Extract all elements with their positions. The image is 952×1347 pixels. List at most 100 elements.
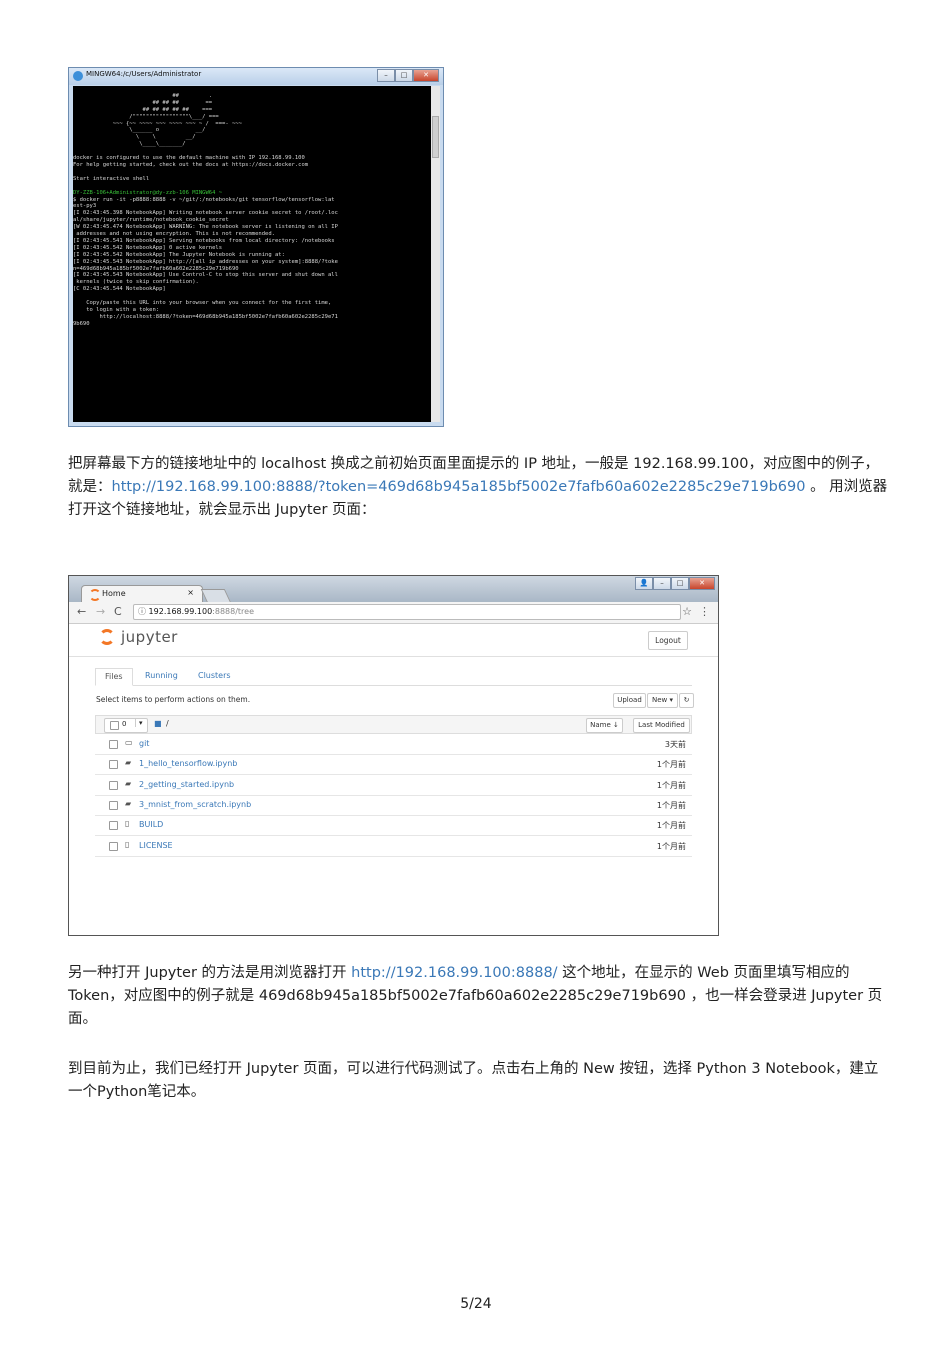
paragraph-replace-localhost: 把屏幕最下方的链接地址中的 localhost 换成之前初始页面里面提示的 IP… [68,453,888,522]
terminal-line: [C 02:43:45.544 NotebookApp] [73,286,166,293]
chevron-down-icon[interactable]: ▾ [135,719,143,727]
tab-files[interactable]: Files [95,668,133,686]
file-row[interactable]: ▰ 2_getting_started.ipynb 1个月前 [95,775,692,796]
close-icon[interactable]: ✕ [689,577,715,590]
tab-running[interactable]: Running [145,668,178,684]
terminal-line: DY-ZZB-106+Administrator@dy-zzb-106 MING… [73,189,223,196]
file-modified-time: 3天前 [664,740,686,749]
file-row[interactable]: ▯ LICENSE 1个月前 [95,836,692,857]
browser-tab-home[interactable]: Home × [81,585,203,603]
tab-label: Home [102,589,126,598]
notebook-icon: ▰ [125,778,132,788]
select-hint: Select items to perform actions on them. [96,695,251,704]
minimize-icon[interactable]: – [653,577,671,590]
close-icon[interactable]: ✕ [413,69,439,82]
file-name-link[interactable]: 2_getting_started.ipynb [139,780,234,789]
row-checkbox[interactable] [109,800,118,810]
jupyter-brand: jupyter [121,628,178,646]
terminal-line: n=469d68b945a185bf5002e7fafb60a602e2285c… [73,265,239,272]
tab-clusters[interactable]: Clusters [198,668,231,684]
browser-screenshot: Home × 👤 – □ ✕ ← → C ⓘ 192.168.99.100:88… [68,575,719,936]
file-modified-time: 1个月前 [656,821,686,831]
maximize-icon[interactable]: □ [671,577,689,590]
terminal-window-controls: – □ ✕ [377,69,439,82]
row-checkbox[interactable] [109,780,118,790]
sort-name-button[interactable]: Name ↓ [586,718,623,733]
file-name-link[interactable]: LICENSE [139,841,173,850]
terminal-line: ## ## ## == [73,99,213,106]
selected-count: 0 [122,720,127,728]
file-name-link[interactable]: 3_mnist_from_scratch.ipynb [139,800,251,809]
user-icon[interactable]: 👤 [635,577,653,590]
base-url-link[interactable]: http://192.168.99.100:8888/ [351,965,557,981]
browser-toolbar: ← → C ⓘ 192.168.99.100:8888/tree ☆ ⋮ [69,602,718,624]
page-number: 5/24 [460,1296,492,1312]
terminal-line: [W 02:43:45.474 NotebookApp] WARNING: Th… [73,224,338,231]
terminal-line: Start interactive shell [73,175,150,182]
address-bar[interactable]: ⓘ 192.168.99.100:8888/tree [133,604,681,620]
select-all-dropdown[interactable]: 0 ▾ [104,718,148,733]
terminal-line: est-py3 [73,203,97,210]
last-modified-button[interactable]: Last Modified [633,718,690,733]
browser-frame: Home × 👤 – □ ✕ [69,576,718,603]
terminal-line: [I 02:43:45.398 NotebookApp] Writing not… [73,210,338,217]
terminal-line: al/share/jupyter/runtime/notebook_cookie… [73,217,229,224]
terminal-line: ## . [73,92,213,99]
file-row[interactable]: ▭ git 3天前 [95,734,692,755]
paragraph-alt-login: 另一种打开 Jupyter 的方法是用浏览器打开 http://192.168.… [68,962,888,1031]
row-checkbox[interactable] [109,740,118,749]
notebook-icon: ▰ [125,798,132,808]
terminal-line: ## ## ## ## ## === [73,106,213,113]
forward-arrow-icon[interactable]: → [96,605,105,618]
terminal-text: ## . ## ## ## == ## ## ## ## ## === /"""… [73,86,431,328]
terminal-line: kernels (twice to skip confirmation). [73,279,199,286]
file-name-link[interactable]: git [139,739,149,748]
refresh-button[interactable]: ↻ [679,693,694,708]
terminal-line: ~~~ {~~ ~~~~ ~~~ ~~~~ ~~~ ~ / ===- ~~~ [73,120,242,127]
scrollbar-thumb[interactable] [432,116,439,158]
file-row[interactable]: ▯ BUILD 1个月前 [95,815,692,837]
url-path: :8888/tree [212,607,255,616]
info-icon[interactable]: ⓘ [138,607,146,616]
file-modified-time: 1个月前 [656,780,686,790]
folder-icon: ▭ [125,738,133,747]
folder-icon[interactable]: ■ [154,719,162,728]
reload-icon[interactable]: C [114,605,122,618]
notebook-icon: ▰ [125,758,132,768]
paragraph-new-notebook: 到目前为止，我们已经打开 Jupyter 页面，可以进行代码测试了。点击右上角的… [68,1058,888,1104]
menu-kebab-icon[interactable]: ⋮ [699,605,710,618]
back-arrow-icon[interactable]: ← [77,605,86,618]
file-name-link[interactable]: 1_hello_tensorflow.ipynb [139,759,237,768]
terminal-scrollbar[interactable] [431,86,440,422]
terminal-line: /"""""""""""""""""\___/ === [73,113,219,120]
file-modified-time: 1个月前 [656,760,686,770]
maximize-icon[interactable]: □ [395,69,413,82]
terminal-line: to login with a token: [73,307,160,313]
file-row[interactable]: ▰ 3_mnist_from_scratch.ipynb 1个月前 [95,795,692,816]
row-checkbox[interactable] [109,821,118,831]
logout-button[interactable]: Logout [648,631,688,650]
terminal-line: Copy/paste this URL into your browser wh… [73,300,332,307]
row-checkbox[interactable] [109,841,118,851]
terminal-line: [I 02:43:45.542 NotebookApp] 0 active ke… [73,244,223,251]
upload-button[interactable]: Upload [613,693,646,708]
new-tab-button[interactable] [200,589,232,603]
bookmark-star-icon[interactable]: ☆ [682,605,692,618]
file-name-link[interactable]: BUILD [139,820,163,829]
mingw-app-icon [73,71,83,81]
file-row[interactable]: ▰ 1_hello_tensorflow.ipynb 1个月前 [95,754,692,776]
minimize-icon[interactable]: – [377,69,395,82]
row-checkbox[interactable] [109,760,118,770]
new-button[interactable]: New ▾ [647,693,678,708]
select-all-checkbox[interactable] [110,721,119,730]
jupyter-header: jupyter Logout [69,624,718,657]
jupyter-tabs: Files Running Clusters [95,668,692,686]
terminal-line: addresses and not using encryption. This… [73,231,275,238]
terminal-line: [I 02:43:45.542 NotebookApp] The Jupyter… [73,251,285,258]
token-url-link[interactable]: http://192.168.99.100:8888/?token=469d68… [112,479,806,495]
terminal-line: [I 02:43:45.541 NotebookApp] Serving not… [73,237,335,244]
breadcrumb-root[interactable]: / [166,719,169,728]
tab-close-icon[interactable]: × [187,588,194,597]
browser-window-controls: 👤 – □ ✕ [635,577,715,590]
terminal-line: http://localhost:8888/?token=469d68b945a… [73,313,338,320]
